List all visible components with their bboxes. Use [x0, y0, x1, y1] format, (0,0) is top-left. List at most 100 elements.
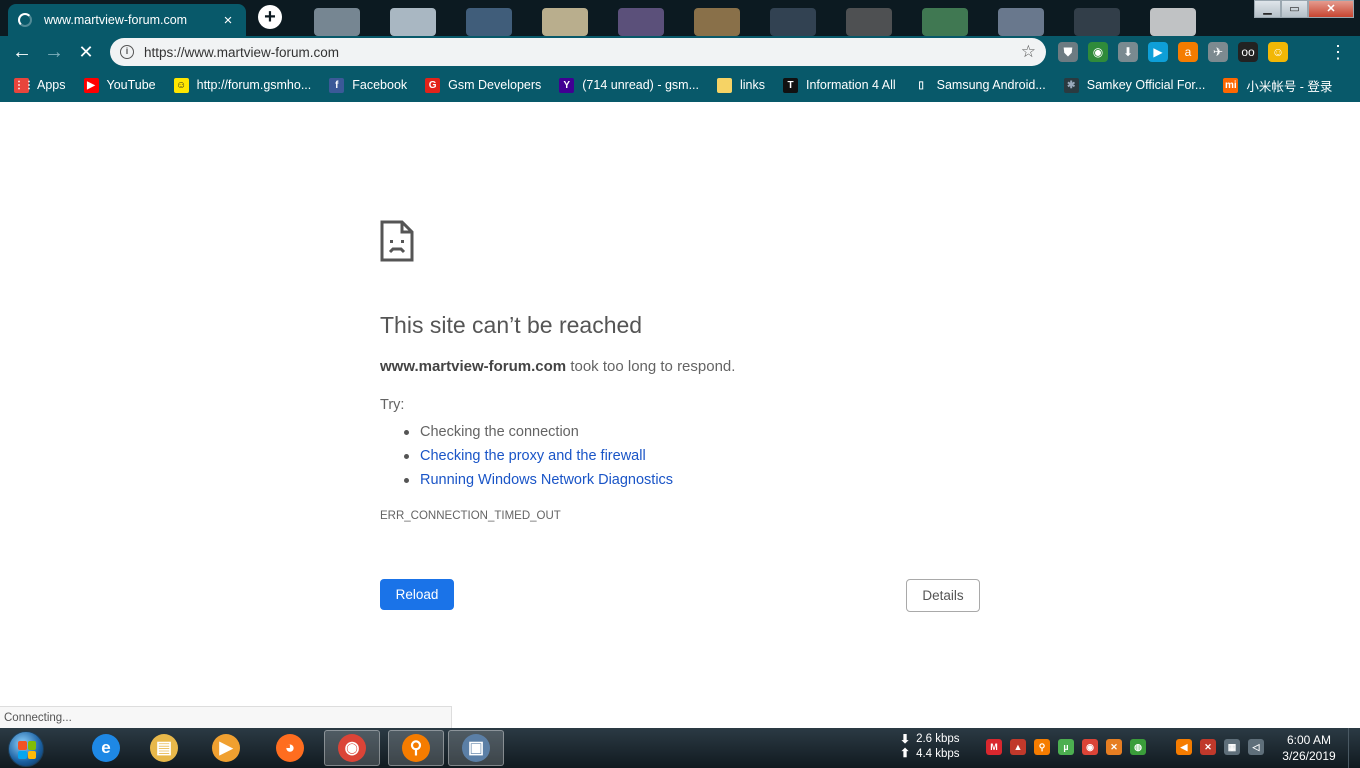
background-thumbnails [300, 0, 1240, 36]
chrome-icon: ◉ [338, 734, 366, 762]
details-button[interactable]: Details [906, 579, 980, 612]
suggestion-link[interactable]: Running Windows Network Diagnostics [403, 468, 673, 492]
youtube-icon: ▶ [83, 77, 99, 93]
bookmark-item[interactable]: mi 小米帐号 - 登录 [1223, 76, 1332, 95]
reload-button[interactable]: Reload [380, 579, 454, 610]
taskbar-app[interactable]: ▤ [136, 730, 192, 766]
profile-avatar-icon[interactable]: ☺ [1268, 42, 1288, 62]
t-logo-icon: T [783, 77, 798, 93]
taskbar-app[interactable]: ◕ [262, 730, 318, 766]
download-extension-icon[interactable]: ⬇ [1118, 42, 1138, 62]
url-text[interactable]: https://www.martview-forum.com [144, 45, 1021, 60]
browser-tab[interactable]: www.martview-forum.com × [8, 4, 246, 36]
cast-extension-icon[interactable]: ▶ [1148, 42, 1168, 62]
bookmark-item[interactable]: Y (714 unread) - gsm... [559, 77, 699, 93]
shield-extension-icon[interactable]: ⛊ [1058, 42, 1078, 62]
speaker-tray-icon[interactable]: ◀ [1176, 739, 1192, 755]
taskbar-app[interactable]: ◉ [324, 730, 380, 766]
volume-tray-icon[interactable]: ◁ [1248, 739, 1264, 755]
search-tool-icon: ⚲ [402, 734, 430, 762]
close-window-button[interactable]: ✕ [1308, 0, 1354, 18]
maximize-button[interactable]: ▭ [1281, 0, 1308, 18]
clock-date: 3/26/2019 [1282, 749, 1336, 763]
glasses-extension-icon[interactable]: oo [1238, 42, 1258, 62]
bookmark-item[interactable]: G Gsm Developers [425, 77, 541, 93]
tab-title: www.martview-forum.com [44, 13, 188, 27]
bookmark-label: Information 4 All [806, 78, 896, 92]
down-up-arrows-icon: ⬇ ⬆ [900, 732, 911, 760]
bookmark-item[interactable]: T Information 4 All [783, 77, 896, 93]
download-speed: 2.6 kbps [916, 733, 960, 745]
samkey-icon: ✱ [1063, 77, 1079, 93]
clock-time: 6:00 AM [1286, 733, 1332, 747]
flag-error-tray-icon[interactable]: ✕ [1200, 739, 1216, 755]
bookmark-star-icon[interactable]: ☆ [1021, 42, 1036, 62]
new-tab-button[interactable]: + [258, 5, 282, 29]
bookmark-label: YouTube [106, 78, 156, 92]
site-info-icon[interactable]: i [120, 45, 134, 59]
smiley-icon: ☺ [173, 77, 189, 93]
search-tray-icon[interactable]: ⚲ [1034, 739, 1050, 755]
bookmark-label: Samkey Official For... [1086, 78, 1206, 92]
file-explorer-icon: ▤ [150, 734, 178, 762]
apps-grid-icon: ⋮⋮ [14, 77, 34, 93]
show-desktop-button[interactable] [1348, 728, 1360, 768]
loading-spinner-icon [18, 13, 32, 27]
bookmark-label: 小米帐号 - 登录 [1246, 79, 1333, 94]
taskbar-app[interactable]: e [78, 730, 134, 766]
sad-page-icon [380, 220, 414, 262]
gsm-developers-icon: G [425, 77, 441, 93]
bookmark-item[interactable]: ⋮⋮ Apps [14, 77, 66, 93]
bookmark-item[interactable]: links [716, 77, 765, 93]
error-code: ERR_CONNECTION_TIMED_OUT [380, 510, 561, 522]
suggestion-link[interactable]: Checking the proxy and the firewall [403, 444, 673, 468]
notification-tray: M ▲ ⚲ µ ◉ ✕ ◍ [986, 739, 1146, 755]
extensions-area: ⛊ ◉ ⬇ ▶ a ✈ oo ☺ [1058, 42, 1288, 62]
utorrent-tray-icon[interactable]: µ [1058, 739, 1074, 755]
bookmarks-bar: ⋮⋮ Apps ▶ YouTube ☺ http://forum.gsmho... f Fac… [0, 68, 1360, 102]
status-bubble: Connecting... [0, 706, 452, 728]
mega-tray-icon[interactable]: M [986, 739, 1002, 755]
try-label: Try: [380, 397, 405, 413]
browser-menu-icon[interactable]: ⋮ [1326, 40, 1350, 64]
tab-close-icon[interactable]: × [220, 12, 236, 29]
start-button[interactable] [8, 731, 44, 767]
tool-tray-icon[interactable]: ✕ [1106, 739, 1122, 755]
network-globe-tray-icon[interactable]: ◍ [1130, 739, 1146, 755]
bookmark-item[interactable]: ▯ Samsung Android... [914, 78, 1046, 93]
minimize-button[interactable]: ▁ [1254, 0, 1281, 18]
system-tray: ◀ ✕ ▦ ◁ [1176, 739, 1264, 755]
window-controls: ▁ ▭ ✕ [1254, 0, 1354, 18]
error-host: www.martview-forum.com [380, 358, 567, 375]
yahoo-icon: Y [559, 77, 575, 93]
address-bar[interactable]: i https://www.martview-forum.com ☆ [110, 38, 1046, 66]
bookmark-item[interactable]: f Facebook [329, 77, 407, 93]
facebook-icon: f [329, 77, 345, 93]
bookmark-label: Samsung Android... [936, 78, 1046, 92]
error-message: took too long to respond. [566, 358, 736, 375]
arrow-tray-icon[interactable]: ▲ [1010, 739, 1026, 755]
satellite-extension-icon[interactable]: ✈ [1208, 42, 1228, 62]
suggestion-item: Checking the connection [403, 420, 673, 444]
forward-button[interactable]: → [42, 40, 66, 64]
browser-toolbar: ← → ✕ i https://www.martview-forum.com ☆… [0, 36, 1360, 68]
suggestions-list: Checking the connection Checking the prox… [403, 420, 673, 492]
back-button[interactable]: ← [10, 40, 34, 64]
network-speed-meter: ⬇ ⬆ 2.6 kbps 4.4 kbps [900, 732, 960, 762]
stop-button[interactable]: ✕ [74, 40, 98, 64]
taskbar-app[interactable]: ▣ [448, 730, 504, 766]
taskbar-app[interactable]: ⚲ [388, 730, 444, 766]
bookmark-item[interactable]: ✱ Samkey Official For... [1063, 77, 1206, 93]
bag-extension-icon[interactable]: a [1178, 42, 1198, 62]
globe-extension-icon[interactable]: ◉ [1088, 42, 1108, 62]
chrome-tray-icon[interactable]: ◉ [1082, 739, 1098, 755]
firefox-icon: ◕ [276, 734, 304, 762]
clock[interactable]: 6:00 AM 3/26/2019 [1278, 732, 1340, 764]
bookmark-item[interactable]: ▶ YouTube [83, 77, 156, 93]
bookmark-item[interactable]: ☺ http://forum.gsmho... [173, 77, 311, 93]
network-tray-icon[interactable]: ▦ [1224, 739, 1240, 755]
folder-icon [716, 77, 732, 93]
taskbar-app[interactable]: ▶ [198, 730, 254, 766]
windows-logo-icon [18, 741, 36, 759]
bookmark-label: links [739, 78, 765, 92]
